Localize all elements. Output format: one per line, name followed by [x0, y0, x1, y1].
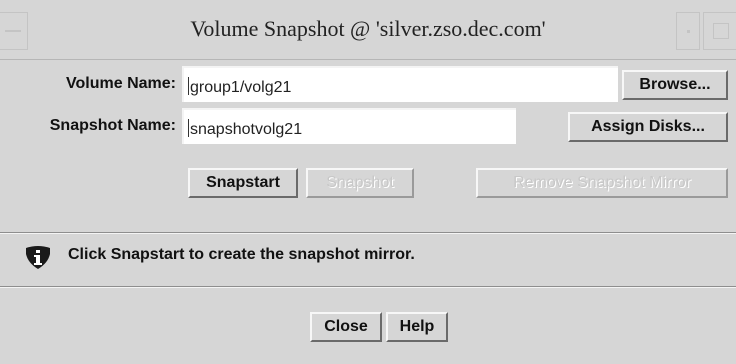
title-bar[interactable]: Volume Snapshot @ 'silver.zso.dec.com': [0, 0, 736, 60]
window-title: Volume Snapshot @ 'silver.zso.dec.com': [190, 16, 546, 41]
text-cursor: [188, 119, 189, 137]
browse-button[interactable]: Browse...: [622, 70, 728, 100]
snapshot-name-input[interactable]: snapshotvolg21: [182, 108, 516, 144]
volume-name-label: Volume Name:: [66, 75, 176, 92]
minimize-icon[interactable]: [676, 12, 700, 50]
separator: [0, 232, 736, 234]
snapstart-button[interactable]: Snapstart: [188, 168, 298, 198]
separator: [0, 286, 736, 288]
info-icon: [26, 246, 50, 269]
snapshot-name-value: snapshotvolg21: [190, 121, 303, 138]
snapshot-button[interactable]: Snapshot: [306, 168, 414, 198]
volume-name-value: group1/volg21: [190, 79, 292, 96]
maximize-icon[interactable]: [703, 12, 736, 50]
status-message: Click Snapstart to create the snapshot m…: [68, 246, 415, 263]
text-cursor: [188, 77, 189, 95]
volume-name-input[interactable]: group1/volg21: [182, 66, 618, 102]
assign-disks-button[interactable]: Assign Disks...: [568, 112, 728, 142]
remove-snapshot-mirror-button[interactable]: Remove Snapshot Mirror: [476, 168, 728, 198]
close-button[interactable]: Close: [310, 312, 382, 342]
help-button[interactable]: Help: [386, 312, 448, 342]
snapshot-name-label: Snapshot Name:: [49, 117, 176, 134]
